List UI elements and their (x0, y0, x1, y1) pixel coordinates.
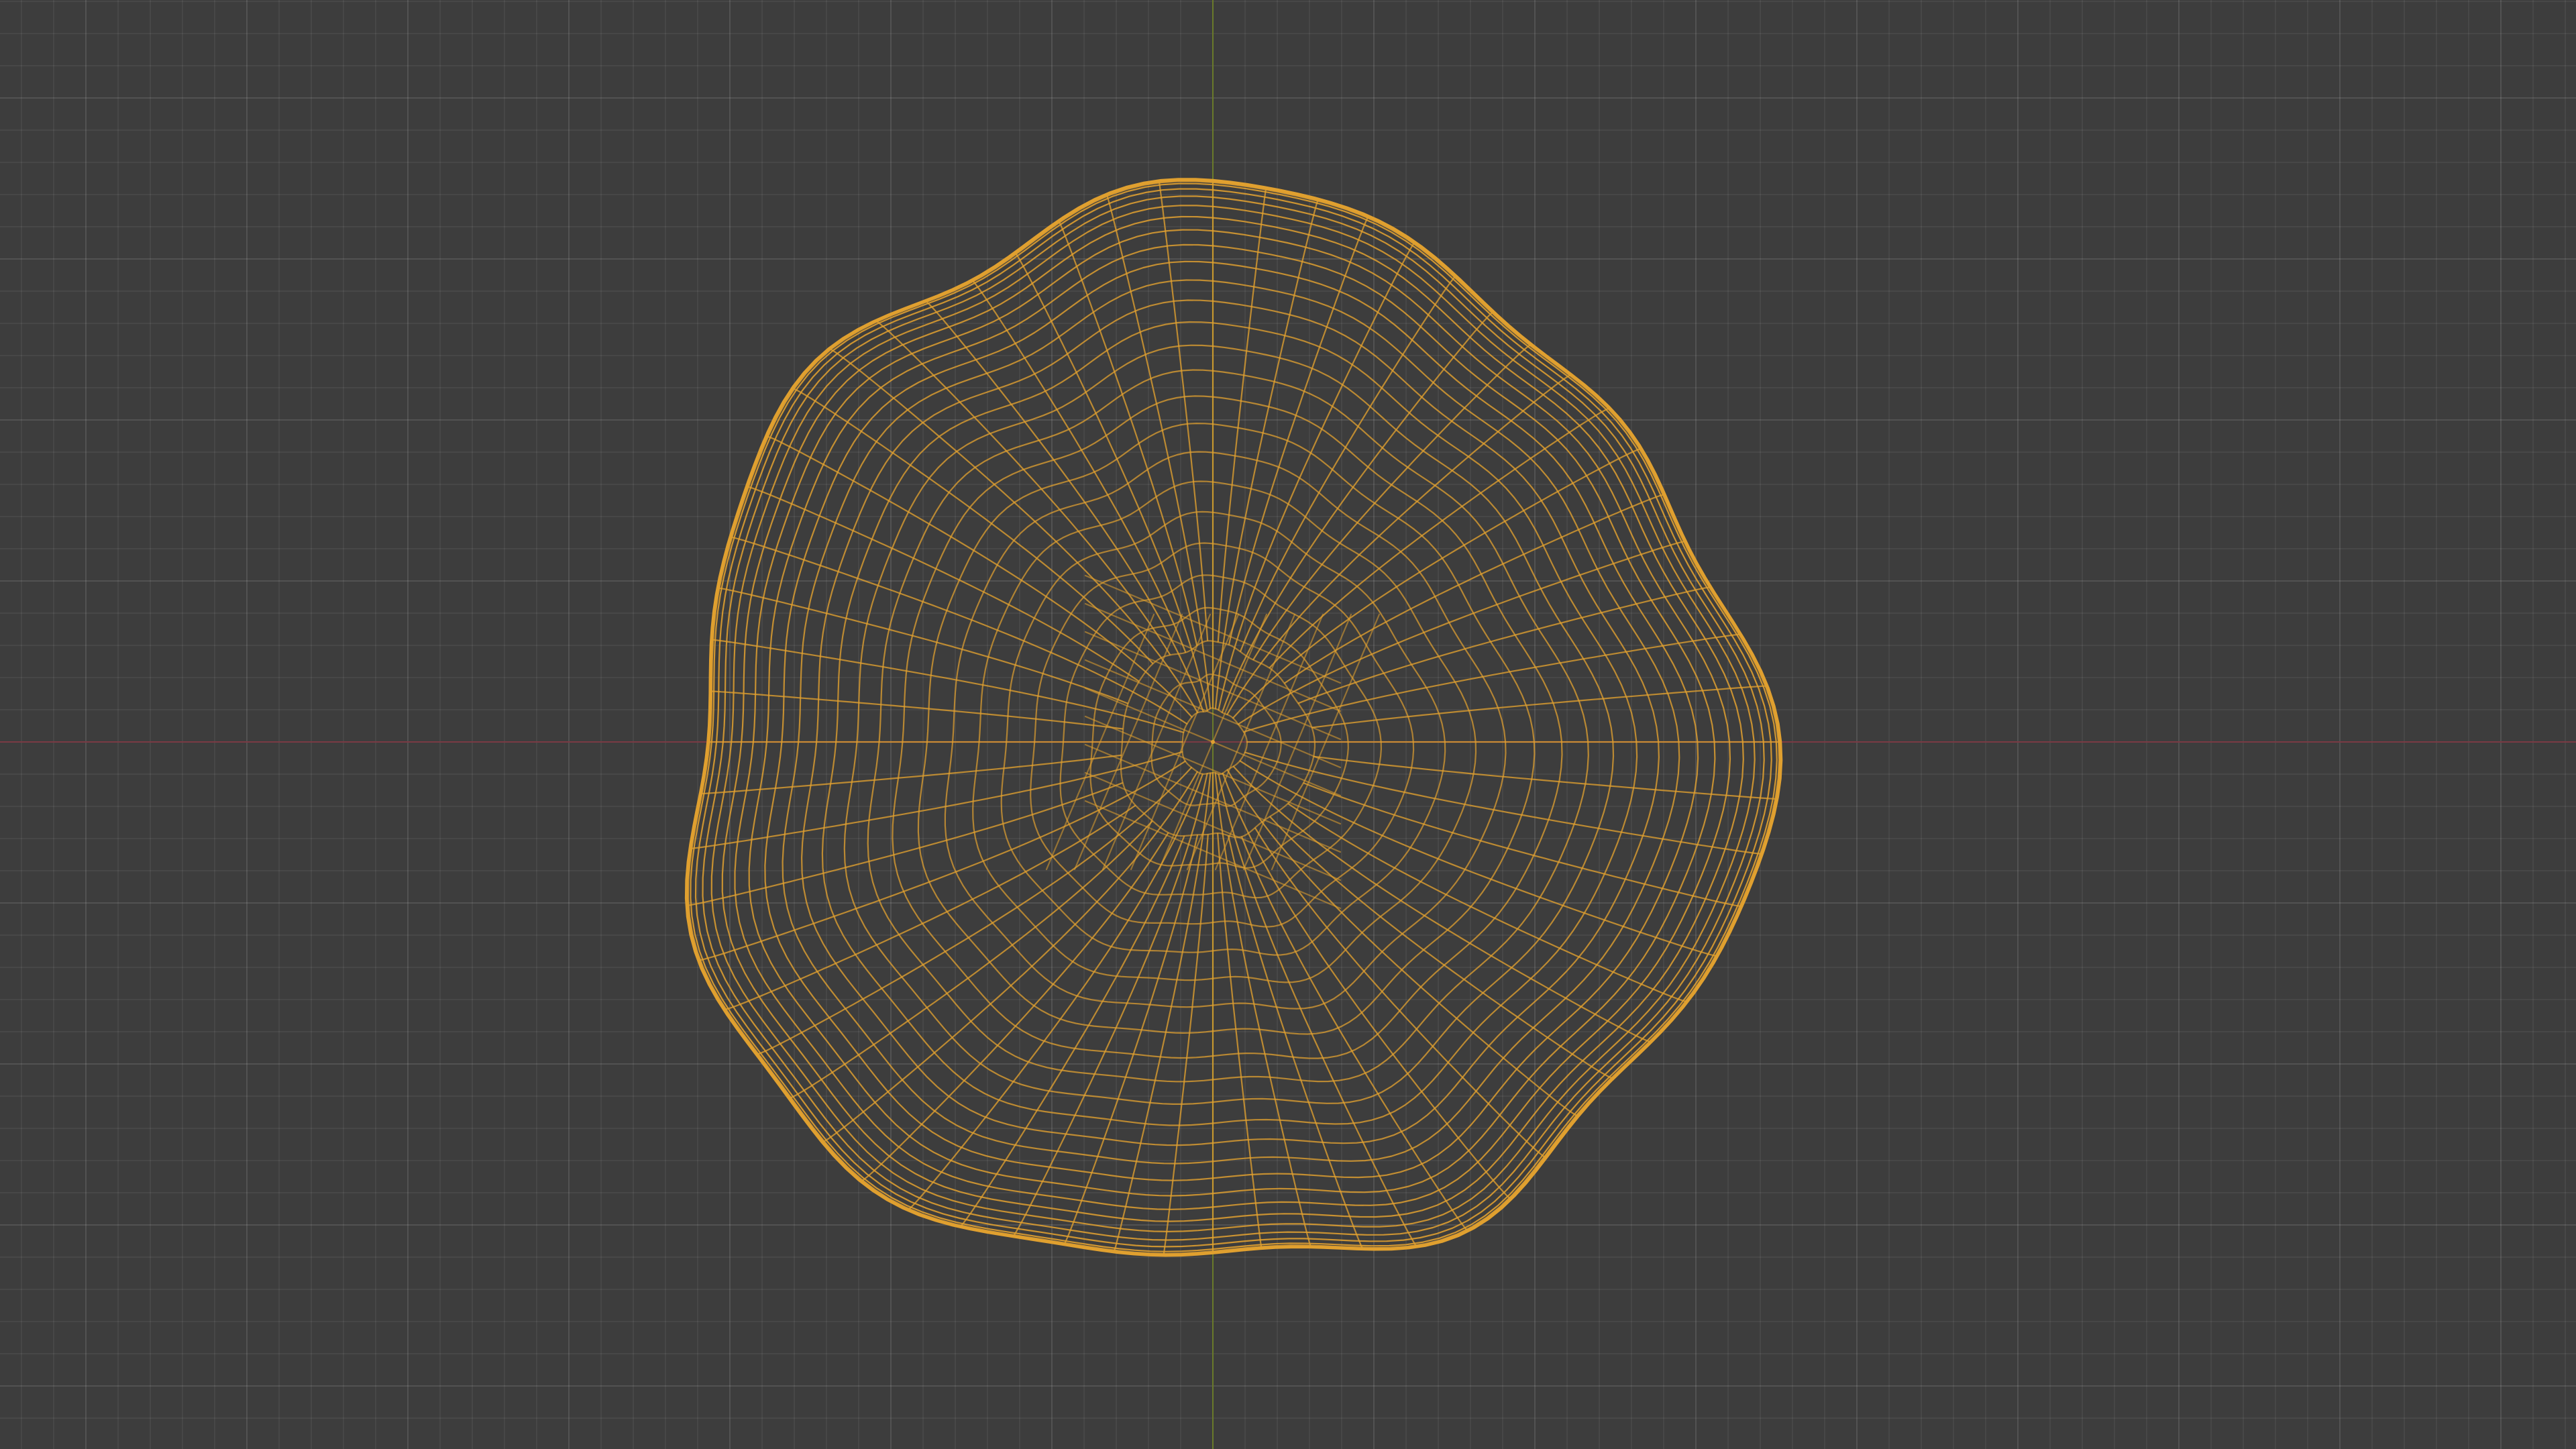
mesh-meridian-edge (1303, 782, 1743, 908)
mesh-meridian-edge (1311, 685, 1769, 729)
mesh-meridian-edge (1243, 633, 1742, 733)
object-origin-dot (1211, 740, 1215, 744)
mesh-ring-edge (721, 215, 1744, 1222)
3d-viewport[interactable] (0, 0, 2576, 1449)
mesh-meridian-edge (1269, 816, 1615, 1079)
mesh-meridian-edge (729, 536, 1188, 725)
mesh-meridian-edge (1313, 755, 1778, 800)
mesh-meridian-edge (874, 319, 1171, 655)
viewport-canvas[interactable] (0, 0, 2576, 1449)
mesh-meridian-edge (859, 832, 1169, 1183)
mesh-ring-edge (821, 321, 1638, 1126)
mesh-meridian-edge (1158, 179, 1209, 641)
mesh-meridian-edge (1014, 252, 1208, 712)
mesh-meridian-edge (1218, 241, 1416, 711)
mesh-meridian-edge (1217, 186, 1267, 643)
mesh-ring-edge (843, 344, 1615, 1105)
mesh-meridian-edge (745, 486, 1140, 682)
sphere-mesh[interactable] (684, 178, 1783, 1257)
mesh-meridian-edge (710, 639, 1185, 733)
mesh-ring-edge (867, 369, 1589, 1083)
mesh-meridian-edge (1012, 773, 1208, 1238)
